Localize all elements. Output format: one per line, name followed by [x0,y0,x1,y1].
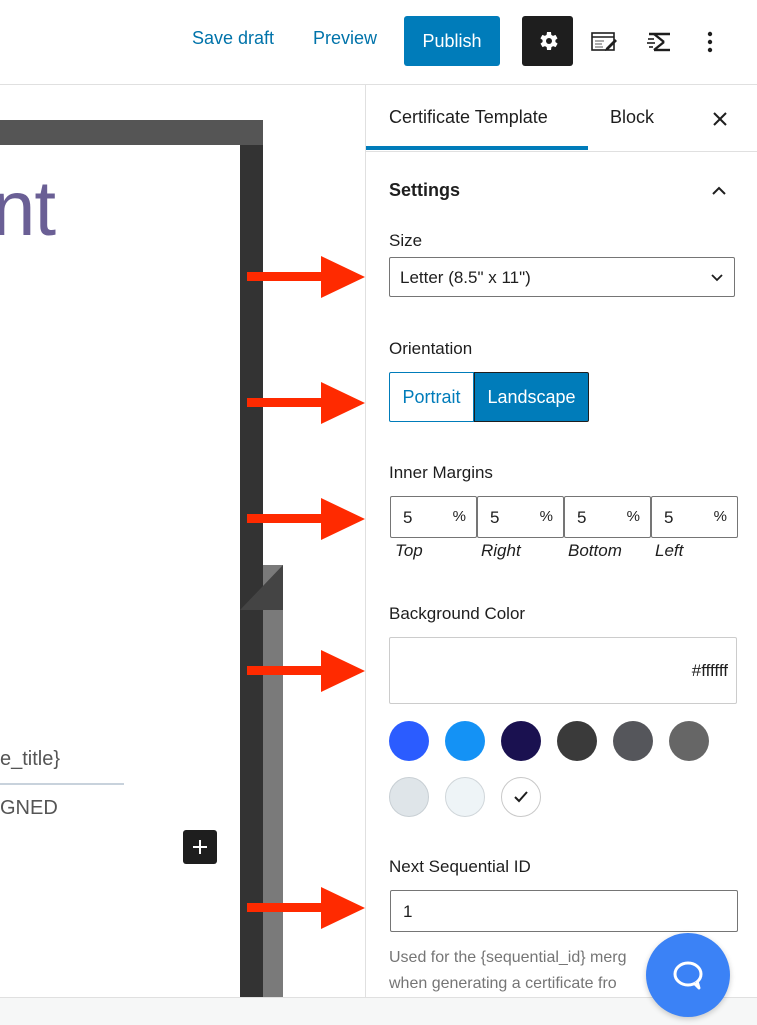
color-swatch[interactable] [669,721,709,761]
orientation-landscape-button[interactable]: Landscape [474,372,589,422]
margin-top-value: 5 [403,508,413,527]
save-draft-button[interactable]: Save draft [192,28,274,49]
tabs-divider [366,151,757,152]
color-swatch[interactable] [445,721,485,761]
inner-margins-label: Inner Margins [389,463,493,482]
size-label: Size [389,231,423,250]
certificate-page [0,145,240,997]
sequential-id-help: Used for the {sequential_id} merg when g… [389,945,654,997]
lifter-icon[interactable] [644,26,676,58]
color-swatch[interactable] [389,721,429,761]
arrow-icon [247,887,365,929]
margin-top-caption: Top [395,541,423,560]
chevron-up-icon[interactable] [709,181,729,201]
margin-bottom-value: 5 [577,508,587,527]
editor-footer [0,997,757,1025]
certificate-title[interactable]: nt [0,163,56,254]
help-text-line: Used for the {sequential_id} merg [389,949,627,966]
margin-left-value: 5 [664,508,674,527]
arrow-icon [247,382,365,424]
color-swatch[interactable] [501,721,541,761]
orientation-label: Orientation [389,339,473,358]
certificate-signed-label[interactable]: GNED [0,797,58,820]
add-block-button[interactable] [183,830,217,864]
tab-block[interactable]: Block [610,107,654,128]
sequential-id-label: Next Sequential ID [389,857,531,876]
certificate-ribbon [263,565,283,997]
chevron-down-icon [711,274,723,282]
color-swatch[interactable] [613,721,653,761]
margin-left-caption: Left [655,541,684,560]
margin-unit: % [713,508,727,525]
background-color-label: Background Color [389,604,526,623]
arrow-icon [247,498,365,540]
publish-button[interactable]: Publish [404,16,500,66]
background-color-field[interactable]: #ffffff [389,637,737,704]
settings-sidebar: Certificate Template Block Settings Size… [365,85,757,997]
settings-toggle-button[interactable] [522,16,573,66]
margin-bottom-caption: Bottom [568,541,622,560]
color-swatch[interactable] [557,721,597,761]
close-sidebar-button[interactable] [708,107,732,131]
margin-right-value: 5 [490,508,500,527]
size-select[interactable]: Letter (8.5" x 11") [389,257,735,297]
plus-icon [193,840,207,854]
margin-right-caption: Right [481,541,521,560]
sequential-id-value: 1 [403,902,413,921]
certificate-merge-field[interactable]: e_title} [0,748,60,771]
color-swatch-selected[interactable] [501,777,541,817]
chat-bubble-icon [673,961,703,990]
checkmark-icon [514,791,528,803]
margin-bottom-input[interactable]: 5 % [564,496,651,538]
chat-support-button[interactable] [646,933,730,1017]
color-swatch[interactable] [389,777,429,817]
close-icon [713,112,727,126]
size-select-value: Letter (8.5" x 11") [400,268,531,287]
sequential-id-input[interactable]: 1 [390,890,738,932]
settings-panel-title[interactable]: Settings [389,180,460,201]
edit-template-icon[interactable] [588,26,620,58]
margin-left-input[interactable]: 5 % [651,496,738,538]
arrow-icon [247,256,365,298]
active-tab-indicator [366,146,588,150]
vertical-dots-icon[interactable] [694,26,726,58]
margin-top-input[interactable]: 5 % [390,496,477,538]
help-text-line: when generating a certificate fro [389,975,617,992]
margin-unit: % [539,508,553,525]
tab-certificate-template[interactable]: Certificate Template [389,107,548,128]
certificate-ribbon-fold [240,565,283,610]
color-swatch[interactable] [445,777,485,817]
signature-line [0,783,124,785]
editor-toolbar: Save draft Preview Publish [0,0,757,85]
background-color-value: #ffffff [691,661,728,680]
margin-unit: % [452,508,466,525]
preview-button[interactable]: Preview [313,28,377,49]
arrow-icon [247,650,365,692]
gear-icon [539,32,558,50]
orientation-portrait-button[interactable]: Portrait [389,372,474,422]
margin-right-input[interactable]: 5 % [477,496,564,538]
margin-unit: % [626,508,640,525]
